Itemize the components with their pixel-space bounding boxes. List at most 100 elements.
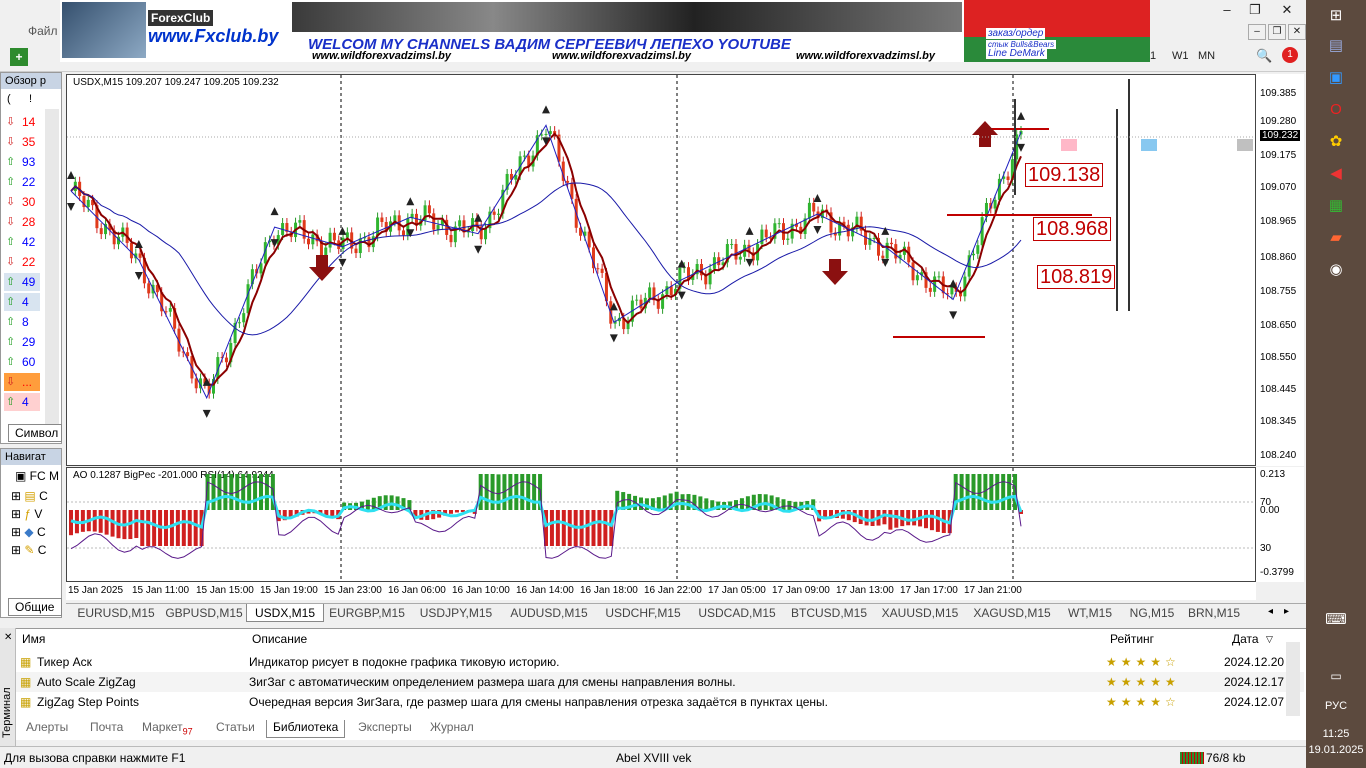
timeframe-mn[interactable]: MN (1198, 50, 1215, 62)
market-watch-row[interactable]: ⇧ 4 (4, 293, 40, 311)
candle-body (436, 225, 440, 230)
tab-symbol[interactable]: Символ (8, 424, 62, 442)
candle-body (738, 256, 742, 260)
chart-tab[interactable]: XAUUSD,M15 (874, 604, 966, 622)
windows-start-icon[interactable]: ⊞ (1324, 4, 1348, 28)
market-watch-row[interactable]: ⇧ 22 (4, 173, 40, 191)
chart-tab[interactable]: USDCAD,M15 (690, 604, 784, 622)
market-watch-scrollbar[interactable] (45, 109, 59, 439)
search-icon[interactable]: 🔍 (1256, 48, 1276, 66)
network-icon[interactable]: ▭ (1324, 664, 1348, 688)
arrow-down-icon: ⇩ (6, 216, 16, 228)
indicator-window[interactable]: AO 0.1287 BigPec -201.000 RSI(14) 64.924… (66, 467, 1256, 582)
library-row[interactable]: ▦ Тикер Аск Индикатор рисует в подокне гра… (16, 652, 1304, 672)
market-watch-row[interactable]: ⇧ 42 (4, 233, 40, 251)
market-watch-row[interactable]: ⇩ 14 (4, 113, 40, 131)
candle-body (224, 357, 228, 363)
new-chart-icon[interactable]: + (10, 48, 28, 66)
market-watch-row[interactable]: ⇧ 8 (4, 313, 40, 331)
col-rating[interactable]: Рейтинг (1110, 632, 1154, 646)
close-icon[interactable]: ✕ (1272, 0, 1302, 20)
arrow-up-icon: ⇧ (6, 336, 16, 348)
market-watch-value: 42 (22, 235, 36, 249)
chart-tab[interactable]: EURUSD,M15 (70, 604, 162, 622)
record-icon[interactable]: ◉ (1324, 258, 1348, 282)
child-minimize-icon[interactable]: – (1248, 24, 1266, 40)
chart-tab[interactable]: NG,M15 (1122, 604, 1182, 622)
col-desc[interactable]: Описание (252, 632, 307, 646)
library-row[interactable]: ▦ ZigZag Step Points Очередная версия ЗигЗ… (16, 692, 1304, 712)
settings-icon[interactable]: ✿ (1324, 130, 1348, 154)
chart-tab[interactable]: BTCUSD,M15 (784, 604, 874, 622)
navigator-item-2[interactable]: ⊞ ƒ V (11, 507, 42, 521)
child-restore-icon[interactable]: ❐ (1268, 24, 1286, 40)
chart-tab[interactable]: WT,M15 (1058, 604, 1122, 622)
tabs-scroll-left-icon[interactable]: ◂ (1268, 606, 1273, 617)
chart-tab[interactable]: XAGUSD,M15 (966, 604, 1058, 622)
tab-common[interactable]: Общие (8, 598, 62, 616)
terminal-tab[interactable]: Алерты (26, 720, 68, 738)
market-watch-row[interactable]: ⇧ 60 (4, 353, 40, 371)
navigator-item-1[interactable]: ⊞ ▤ C (11, 489, 48, 503)
minimize-icon[interactable]: – (1212, 0, 1242, 20)
sort-icon[interactable]: ▽ (1266, 634, 1273, 645)
candle-body (928, 287, 932, 292)
menu-file[interactable]: Файл (28, 24, 58, 38)
metatrader-icon[interactable]: ▰ (1324, 226, 1348, 250)
library-item-name: Тикер Аск (37, 655, 92, 669)
explorer-icon[interactable]: ▤ (1324, 34, 1348, 58)
language-indicator[interactable]: РУС (1306, 700, 1366, 712)
arrow-up-icon: ⇧ (6, 236, 16, 248)
ao-bar (912, 510, 917, 526)
price-chart[interactable]: USDX,M15 109.207 109.247 109.205 109.232… (66, 74, 1256, 466)
terminal-close-icon[interactable]: ✕ (4, 632, 12, 643)
audio-icon[interactable]: ◀ (1324, 162, 1348, 186)
clock-time[interactable]: 11:25 (1306, 728, 1366, 740)
terminal-tab[interactable]: Журнал (430, 720, 474, 738)
market-watch-row[interactable]: ⇩ 22 (4, 253, 40, 271)
navigator-root[interactable]: ▣ FC M (15, 469, 59, 483)
timeframe-1[interactable]: 1 (1150, 50, 1156, 62)
market-watch-row[interactable]: ⇧ 49 (4, 273, 40, 291)
terminal-tab[interactable]: Маркет97 (142, 720, 193, 738)
child-close-icon[interactable]: ✕ (1288, 24, 1306, 40)
market-watch-row[interactable]: ⇧ 29 (4, 333, 40, 351)
col-name[interactable]: Имя (22, 632, 45, 646)
market-watch-row[interactable]: ⇩... (4, 373, 40, 391)
chart-tab[interactable]: GBPUSD,M15 (162, 604, 246, 622)
keyboard-icon[interactable]: ⌨ (1324, 608, 1348, 632)
library-item-date: 2024.12.07 (1224, 695, 1285, 709)
opera-icon[interactable]: O (1324, 98, 1348, 122)
market-watch-row[interactable]: ⇧ 93 (4, 153, 40, 171)
terminal-tab[interactable]: Почта (90, 720, 123, 738)
chart-tab[interactable]: BRN,M15 (1182, 604, 1246, 622)
terminal-tab[interactable]: Эксперты (358, 720, 412, 738)
chart-tab[interactable]: USDJPY,M15 (410, 604, 502, 622)
notification-badge[interactable]: 1 (1282, 47, 1298, 63)
terminal-tab[interactable]: Статьи (216, 720, 255, 738)
tabs-scroll-right-icon[interactable]: ▸ (1284, 606, 1289, 617)
candle-body (889, 242, 893, 245)
navigator-item-3[interactable]: ⊞ ◆ C (11, 525, 46, 539)
navigator-item-4[interactable]: ⊞ ✎ C (11, 543, 46, 557)
restore-icon[interactable]: ❐ (1240, 0, 1270, 20)
clock-date[interactable]: 19.01.2025 (1306, 744, 1366, 756)
col-date[interactable]: Дата (1232, 632, 1259, 646)
app-icon[interactable]: ▣ (1324, 66, 1348, 90)
library-item-desc: Индикатор рисует в подокне графика тиков… (249, 655, 560, 669)
chart-tab[interactable]: USDCHF,M15 (596, 604, 690, 622)
ad-banner[interactable]: ForexClub www.Fxclub.by WELCOM MY CHANNE… (60, 0, 1150, 62)
market-watch-row[interactable]: ⇧ 4 (4, 393, 40, 411)
chart-tab[interactable]: EURGBP,M15 (324, 604, 410, 622)
market-watch-row[interactable]: ⇩ 28 (4, 213, 40, 231)
chart-tab[interactable]: AUDUSD,M15 (502, 604, 596, 622)
market-watch-row[interactable]: ⇩ 35 (4, 133, 40, 151)
chart-tab[interactable]: USDX,M15 (246, 604, 324, 622)
terminal-scrollbar[interactable] (1286, 642, 1300, 716)
library-row[interactable]: ▦ Auto Scale ZigZag ЗигЗаг с автоматически… (16, 672, 1304, 692)
terminal-tab[interactable]: Библиотека (266, 720, 346, 738)
timeframe-w1[interactable]: W1 (1172, 50, 1189, 62)
market-watch-row[interactable]: ⇩ 30 (4, 193, 40, 211)
calculator-icon[interactable]: ▦ (1324, 194, 1348, 218)
market-watch-value: 8 (22, 315, 29, 329)
